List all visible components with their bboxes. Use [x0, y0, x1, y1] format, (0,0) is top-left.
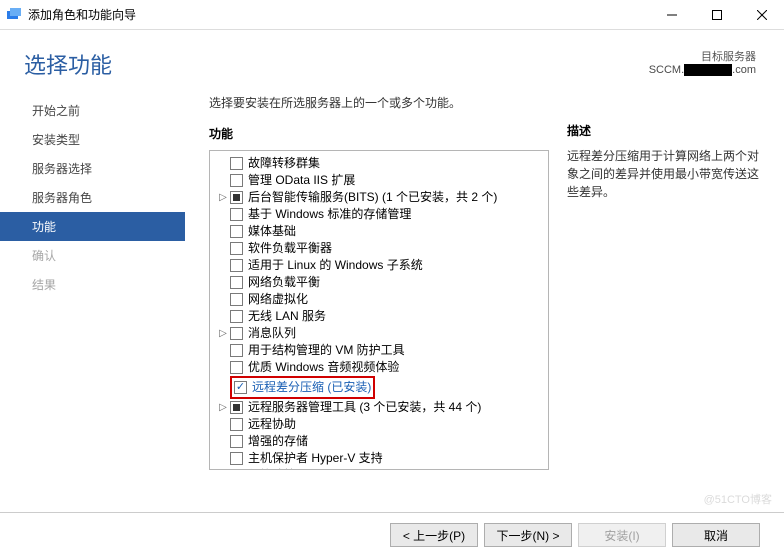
feature-row[interactable]: 软件负载平衡器: [210, 240, 548, 257]
feature-checkbox[interactable]: [230, 361, 243, 374]
feature-checkbox[interactable]: [230, 259, 243, 272]
cancel-button[interactable]: 取消: [672, 523, 760, 547]
sidebar-step-4[interactable]: 功能: [0, 212, 185, 241]
feature-row[interactable]: 无线 LAN 服务: [210, 308, 548, 325]
target-server-label: 目标服务器: [649, 48, 756, 64]
sidebar-step-5: 确认: [0, 241, 185, 270]
feature-checkbox[interactable]: [230, 225, 243, 238]
feature-row[interactable]: ▷ 消息队列: [210, 325, 548, 342]
feature-checkbox[interactable]: [230, 276, 243, 289]
sidebar-step-6: 结果: [0, 270, 185, 299]
feature-checkbox[interactable]: [230, 469, 243, 470]
feature-row[interactable]: 主机保护者 Hyper-V 支持: [210, 450, 548, 467]
description-heading: 描述: [567, 122, 760, 139]
expander-icon[interactable]: ▷: [216, 189, 230, 206]
feature-label: 组策略管理: [248, 467, 308, 470]
feature-label: 管理 OData IIS 扩展: [248, 172, 355, 189]
feature-label: 后台智能传输服务(BITS) (1 个已安装，共 2 个): [248, 189, 497, 206]
feature-checkbox[interactable]: [230, 418, 243, 431]
feature-label: 网络虚拟化: [248, 291, 308, 308]
feature-label: 故障转移群集: [248, 155, 320, 172]
feature-checkbox[interactable]: [230, 208, 243, 221]
target-server: 目标服务器 SCCM..com: [649, 48, 756, 76]
feature-row[interactable]: ▷ 后台智能传输服务(BITS) (1 个已安装，共 2 个): [210, 189, 548, 206]
feature-checkbox[interactable]: [230, 191, 243, 204]
feature-label: 媒体基础: [248, 223, 296, 240]
sidebar-step-3[interactable]: 服务器角色: [0, 183, 185, 212]
feature-checkbox[interactable]: [230, 401, 243, 414]
feature-label: 优质 Windows 音频视频体验: [248, 359, 399, 376]
feature-label: 适用于 Linux 的 Windows 子系统: [248, 257, 423, 274]
feature-label: 基于 Windows 标准的存储管理: [248, 206, 411, 223]
feature-row[interactable]: 优质 Windows 音频视频体验: [210, 359, 548, 376]
next-button[interactable]: 下一步(N) >: [484, 523, 572, 547]
feature-label: 增强的存储: [248, 433, 308, 450]
feature-checkbox[interactable]: [230, 157, 243, 170]
close-button[interactable]: [739, 0, 784, 30]
feature-checkbox[interactable]: [230, 327, 243, 340]
redacted-block: [684, 64, 732, 76]
feature-label: 网络负载平衡: [248, 274, 320, 291]
feature-label: 软件负载平衡器: [248, 240, 332, 257]
sidebar-step-2[interactable]: 服务器选择: [0, 154, 185, 183]
feature-label: 远程差分压缩 (已安装): [252, 379, 371, 396]
description-text: 远程差分压缩用于计算网络上两个对象之间的差异并使用最小带宽传送这些差异。: [567, 147, 760, 201]
feature-label: 用于结构管理的 VM 防护工具: [248, 342, 405, 359]
target-server-name: SCCM..com: [649, 64, 756, 76]
sidebar-step-0[interactable]: 开始之前: [0, 96, 185, 125]
feature-label: 无线 LAN 服务: [248, 308, 326, 325]
feature-row[interactable]: 故障转移群集: [210, 155, 548, 172]
feature-row[interactable]: 增强的存储: [210, 433, 548, 450]
feature-checkbox[interactable]: [230, 242, 243, 255]
feature-checkbox[interactable]: [230, 310, 243, 323]
titlebar: 添加角色和功能向导: [0, 0, 784, 30]
expander-icon[interactable]: ▷: [216, 399, 230, 416]
feature-checkbox[interactable]: [230, 435, 243, 448]
feature-checkbox[interactable]: [230, 174, 243, 187]
feature-checkbox[interactable]: [230, 293, 243, 306]
main-content: 选择要安装在所选服务器上的一个或多个功能。 功能 故障转移群集管理 OData …: [185, 90, 784, 512]
app-icon: [6, 7, 22, 23]
feature-row[interactable]: 媒体基础: [210, 223, 548, 240]
feature-row[interactable]: 组策略管理: [210, 467, 548, 470]
highlight-outline: 远程差分压缩 (已安装): [230, 376, 375, 399]
feature-label: 远程服务器管理工具 (3 个已安装，共 44 个): [248, 399, 481, 416]
watermark: @51CTO博客: [704, 491, 772, 507]
header: 选择功能 目标服务器 SCCM..com: [0, 30, 784, 90]
feature-row[interactable]: 用于结构管理的 VM 防护工具: [210, 342, 548, 359]
feature-row[interactable]: 远程差分压缩 (已安装): [210, 376, 548, 399]
feature-row[interactable]: 网络虚拟化: [210, 291, 548, 308]
wizard-footer: < 上一步(P) 下一步(N) > 安装(I) 取消: [0, 512, 784, 557]
feature-row[interactable]: 管理 OData IIS 扩展: [210, 172, 548, 189]
install-button: 安装(I): [578, 523, 666, 547]
page-title: 选择功能: [24, 48, 649, 80]
features-heading: 功能: [209, 125, 549, 142]
wizard-steps-sidebar: 开始之前安装类型服务器选择服务器角色功能确认结果: [0, 90, 185, 512]
window-title: 添加角色和功能向导: [28, 6, 136, 23]
feature-label: 远程协助: [248, 416, 296, 433]
feature-row[interactable]: 基于 Windows 标准的存储管理: [210, 206, 548, 223]
maximize-button[interactable]: [694, 0, 739, 30]
feature-label: 消息队列: [248, 325, 296, 342]
feature-row[interactable]: 适用于 Linux 的 Windows 子系统: [210, 257, 548, 274]
feature-checkbox[interactable]: [230, 452, 243, 465]
feature-checkbox[interactable]: [234, 381, 247, 394]
instruction-text: 选择要安装在所选服务器上的一个或多个功能。: [209, 90, 549, 125]
feature-row[interactable]: 远程协助: [210, 416, 548, 433]
sidebar-step-1[interactable]: 安装类型: [0, 125, 185, 154]
feature-row[interactable]: 网络负载平衡: [210, 274, 548, 291]
feature-row[interactable]: ▷ 远程服务器管理工具 (3 个已安装，共 44 个): [210, 399, 548, 416]
minimize-button[interactable]: [649, 0, 694, 30]
feature-checkbox[interactable]: [230, 344, 243, 357]
previous-button[interactable]: < 上一步(P): [390, 523, 478, 547]
feature-label: 主机保护者 Hyper-V 支持: [248, 450, 383, 467]
expander-icon[interactable]: ▷: [216, 325, 230, 342]
features-tree[interactable]: 故障转移群集管理 OData IIS 扩展 ▷ 后台智能传输服务(BITS) (1 …: [209, 150, 549, 470]
